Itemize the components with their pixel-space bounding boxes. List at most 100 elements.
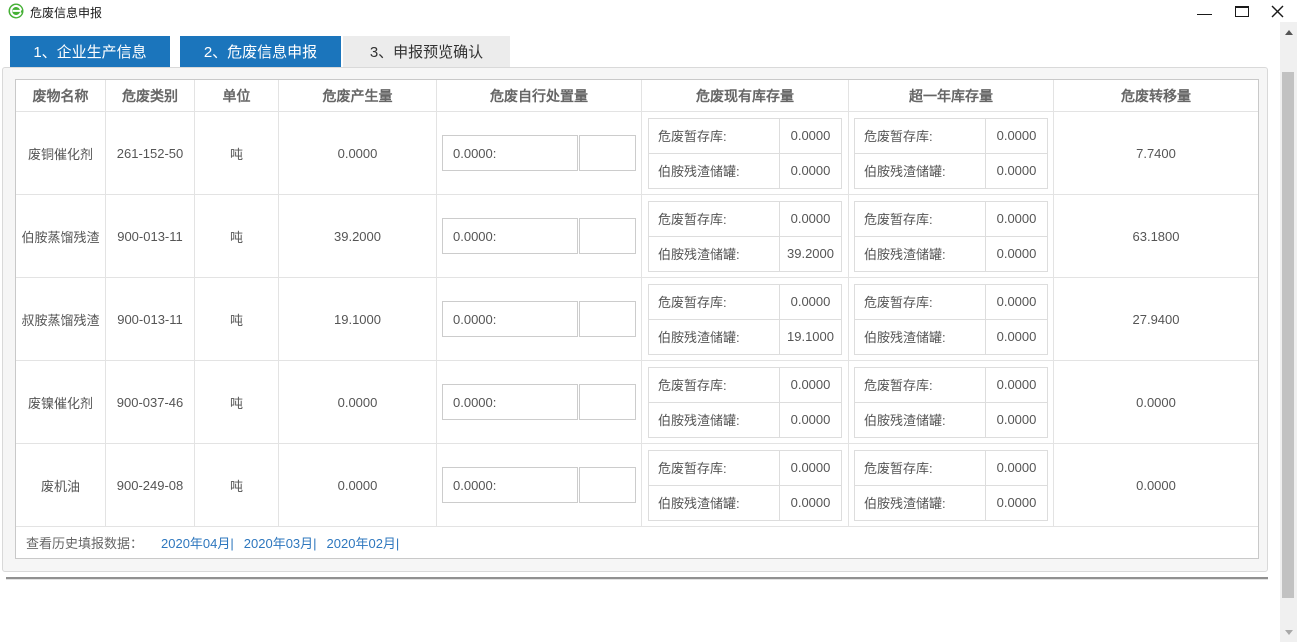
table-row: 伯胺蒸馏残渣 900-013-11 吨 39.2000 0.0000: 危废暂存…: [16, 195, 1258, 278]
scroll-up-button[interactable]: [1280, 24, 1297, 40]
stock-label: 危废暂存库:: [649, 285, 779, 319]
waste-category-code: 900-013-11: [117, 229, 183, 244]
stock-value: 0.0000: [779, 154, 841, 188]
minimize-icon: [1197, 14, 1212, 15]
history-link[interactable]: 2020年04月|: [161, 536, 234, 551]
self-disposal-input[interactable]: [579, 218, 636, 254]
stock-label: 危废暂存库:: [649, 202, 779, 236]
stock-value: 0.0000: [985, 368, 1047, 402]
scrollbar-thumb[interactable]: [1282, 72, 1294, 598]
column-header: 危废现有库存量: [642, 80, 849, 111]
minimize-button[interactable]: [1194, 2, 1214, 20]
stock-label: 伯胺残渣储罐:: [649, 320, 779, 354]
stock-label: 危废暂存库:: [649, 368, 779, 402]
column-header: 危废类别: [106, 80, 195, 111]
table-header-row: 废物名称危废类别单位危废产生量危废自行处置量危废现有库存量超一年库存量危废转移量: [16, 80, 1258, 112]
produced-amount: 19.1000: [334, 312, 381, 327]
stock-label: 危废暂存库:: [649, 119, 779, 153]
over-year-stock-temp-store: 危废暂存库: 0.0000: [854, 450, 1048, 486]
close-icon: [1271, 5, 1284, 18]
close-button[interactable]: [1267, 2, 1287, 20]
waste-name: 废铜催化剂: [28, 144, 93, 163]
self-disposal-cell: 0.0000:: [442, 384, 636, 420]
current-stock-residue-tank: 伯胺残渣储罐: 0.0000: [648, 153, 842, 189]
transferred-amount: 63.1800: [1133, 229, 1180, 244]
maximize-button[interactable]: [1232, 2, 1252, 20]
current-stock-cell: 危废暂存库: 0.0000 伯胺残渣储罐: 0.0000: [648, 118, 842, 189]
stock-label: 伯胺残渣储罐:: [649, 403, 779, 437]
stock-label: 危废暂存库:: [649, 451, 779, 485]
current-stock-temp-store: 危废暂存库: 0.0000: [648, 118, 842, 154]
stock-value: 0.0000: [985, 403, 1047, 437]
produced-amount: 0.0000: [338, 478, 378, 493]
maximize-icon: [1235, 6, 1249, 17]
over-year-stock-residue-tank: 伯胺残渣储罐: 0.0000: [854, 236, 1048, 272]
vertical-scrollbar[interactable]: [1280, 22, 1297, 642]
waste-category-code: 900-037-46: [117, 395, 184, 410]
over-year-stock-temp-store: 危废暂存库: 0.0000: [854, 284, 1048, 320]
self-disposal-input[interactable]: [579, 384, 636, 420]
current-stock-residue-tank: 伯胺残渣储罐: 39.2000: [648, 236, 842, 272]
self-disposal-value-label: 0.0000:: [442, 301, 578, 337]
stock-label: 伯胺残渣储罐:: [855, 403, 985, 437]
window-title: 危废信息申报: [30, 4, 102, 21]
transferred-amount: 0.0000: [1136, 478, 1176, 493]
over-year-stock-residue-tank: 伯胺残渣储罐: 0.0000: [854, 402, 1048, 438]
current-stock-cell: 危废暂存库: 0.0000 伯胺残渣储罐: 19.1000: [648, 284, 842, 355]
tab-hazardous-waste-declaration[interactable]: 2、危废信息申报: [180, 36, 341, 67]
stock-label: 危废暂存库:: [855, 285, 985, 319]
self-disposal-input[interactable]: [579, 301, 636, 337]
history-link[interactable]: 2020年02月|: [327, 536, 400, 551]
stock-label: 伯胺残渣储罐:: [855, 154, 985, 188]
over-year-stock-cell: 危废暂存库: 0.0000 伯胺残渣储罐: 0.0000: [854, 201, 1048, 272]
transferred-amount: 0.0000: [1136, 395, 1176, 410]
green-browser-icon: [8, 3, 24, 19]
over-year-stock-cell: 危废暂存库: 0.0000 伯胺残渣储罐: 0.0000: [854, 450, 1048, 521]
over-year-stock-cell: 危废暂存库: 0.0000 伯胺残渣储罐: 0.0000: [854, 118, 1048, 189]
column-header: 单位: [195, 80, 279, 111]
current-stock-residue-tank: 伯胺残渣储罐: 0.0000: [648, 402, 842, 438]
over-year-stock-residue-tank: 伯胺残渣储罐: 0.0000: [854, 153, 1048, 189]
self-disposal-value-label: 0.0000:: [442, 218, 578, 254]
history-links: 2020年04月| 2020年03月| 2020年02月|: [151, 533, 399, 552]
column-header: 废物名称: [16, 80, 106, 111]
current-stock-residue-tank: 伯胺残渣储罐: 0.0000: [648, 485, 842, 521]
self-disposal-input[interactable]: [579, 467, 636, 503]
unit: 吨: [230, 476, 243, 495]
stock-value: 0.0000: [779, 486, 841, 520]
table-footer: 查看历史填报数据： 2020年04月| 2020年03月| 2020年02月|: [16, 527, 1258, 558]
self-disposal-cell: 0.0000:: [442, 467, 636, 503]
unit: 吨: [230, 227, 243, 246]
over-year-stock-cell: 危废暂存库: 0.0000 伯胺残渣储罐: 0.0000: [854, 284, 1048, 355]
current-stock-cell: 危废暂存库: 0.0000 伯胺残渣储罐: 0.0000: [648, 450, 842, 521]
stock-value: 0.0000: [985, 154, 1047, 188]
stock-label: 伯胺残渣储罐:: [855, 237, 985, 271]
self-disposal-cell: 0.0000:: [442, 301, 636, 337]
self-disposal-value-label: 0.0000:: [442, 135, 578, 171]
current-stock-cell: 危废暂存库: 0.0000 伯胺残渣储罐: 0.0000: [648, 367, 842, 438]
unit: 吨: [230, 310, 243, 329]
stock-value: 0.0000: [985, 320, 1047, 354]
unit: 吨: [230, 144, 243, 163]
stock-value: 0.0000: [985, 237, 1047, 271]
stock-label: 伯胺残渣储罐:: [855, 320, 985, 354]
stock-label: 危废暂存库:: [855, 451, 985, 485]
produced-amount: 39.2000: [334, 229, 381, 244]
waste-category-code: 900-013-11: [117, 312, 183, 327]
stock-value: 19.1000: [779, 320, 841, 354]
tab-declaration-preview-confirm[interactable]: 3、申报预览确认: [343, 36, 510, 67]
table-body: 废铜催化剂 261-152-50 吨 0.0000 0.0000: 危废暂存库:…: [16, 112, 1258, 527]
scroll-down-button[interactable]: [1280, 624, 1297, 640]
stock-label: 危废暂存库:: [855, 368, 985, 402]
column-header: 超一年库存量: [849, 80, 1054, 111]
current-stock-temp-store: 危废暂存库: 0.0000: [648, 450, 842, 486]
self-disposal-input[interactable]: [579, 135, 636, 171]
history-label: 查看历史填报数据：: [26, 533, 143, 552]
table-row: 废铜催化剂 261-152-50 吨 0.0000 0.0000: 危废暂存库:…: [16, 112, 1258, 195]
stock-value: 0.0000: [779, 403, 841, 437]
tab-enterprise-production-info[interactable]: 1、企业生产信息: [10, 36, 170, 67]
stock-label: 伯胺残渣储罐:: [855, 486, 985, 520]
history-link[interactable]: 2020年03月|: [244, 536, 317, 551]
self-disposal-value-label: 0.0000:: [442, 384, 578, 420]
waste-category-code: 900-249-08: [117, 478, 184, 493]
